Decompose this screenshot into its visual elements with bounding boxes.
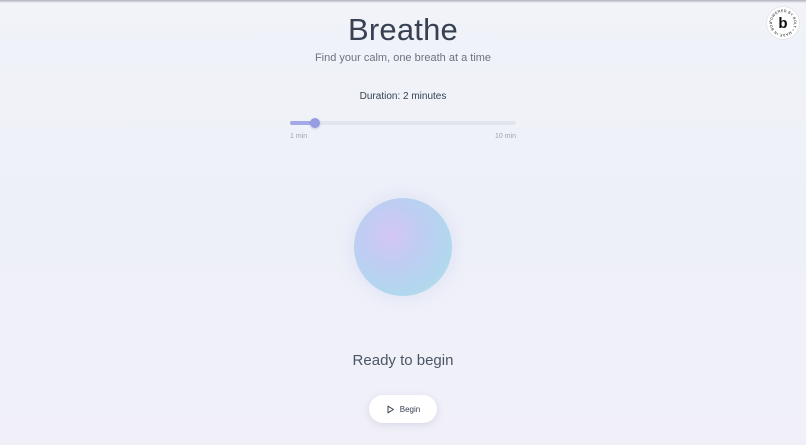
duration-slider-track[interactable]: [290, 121, 516, 125]
bolt-badge-icon[interactable]: POWERED BY BOLT • MADE IN BOLT • b: [767, 7, 799, 39]
breathing-orb: [354, 198, 452, 296]
duration-label: Duration: 2 minutes: [359, 91, 447, 102]
slider-min-label: 1 min: [290, 133, 308, 140]
window-top-edge: [0, 0, 806, 3]
play-icon: [386, 405, 395, 414]
duration-slider[interactable]: [290, 116, 516, 130]
slider-max-label: 10 min: [494, 133, 516, 140]
badge-logo-letter: b: [778, 15, 787, 32]
duration-slider-thumb[interactable]: [310, 118, 321, 128]
session-status: Ready to begin: [352, 352, 454, 369]
begin-button[interactable]: Begin: [369, 395, 437, 423]
page-subtitle: Find your calm, one breath at a time: [314, 52, 492, 64]
begin-button-label: Begin: [399, 404, 421, 414]
page-title: Breathe: [348, 12, 458, 47]
